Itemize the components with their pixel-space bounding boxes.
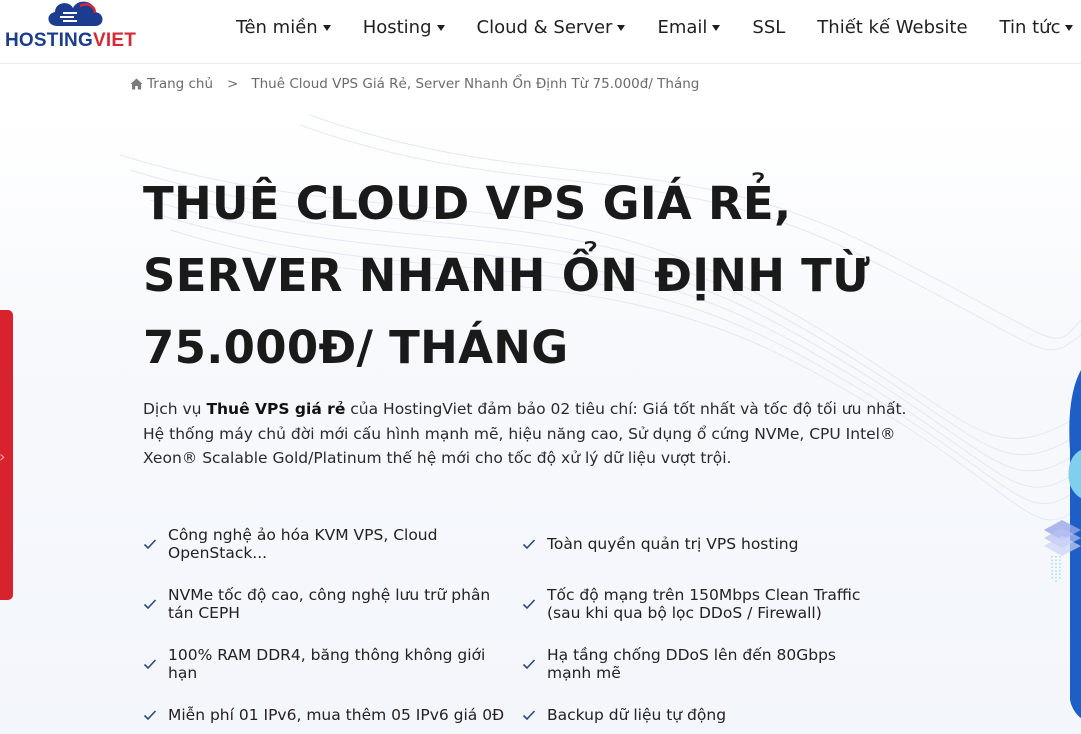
desc-highlight: Thuê VPS giá rẻ	[206, 400, 346, 418]
nav-item-cloud-server[interactable]: Cloud & Server	[477, 17, 626, 38]
breadcrumb-home-link[interactable]: Trang chủ	[147, 76, 213, 92]
caret-down-icon	[617, 25, 626, 31]
caret-down-icon	[436, 25, 445, 31]
nav-item-hosting[interactable]: Hosting	[363, 17, 445, 38]
caret-down-icon	[322, 25, 331, 31]
check-icon	[143, 710, 157, 721]
hostingviet-logo[interactable]: HOSTINGVIET	[5, 0, 145, 56]
side-feedback-tab[interactable]: ›	[0, 310, 13, 600]
check-icon	[143, 659, 157, 670]
desc-prefix: Dịch vụ	[143, 400, 207, 418]
check-icon	[522, 539, 536, 550]
main-nav: Tên miền Hosting Cloud & Server Email SS…	[236, 14, 1081, 40]
logo-wordmark: HOSTINGVIET	[5, 30, 136, 51]
feature-item: Toàn quyền quản trị VPS hosting	[522, 535, 798, 553]
feature-item: Hạ tầng chống DDoS lên đến 80Gbps mạnh mẽ	[522, 646, 836, 682]
caret-down-icon	[712, 25, 721, 31]
server-illustration	[1044, 370, 1081, 718]
nav-item-ssl[interactable]: SSL	[752, 17, 785, 38]
feature-item: Miễn phí 01 IPv6, mua thêm 05 IPv6 giá 0…	[143, 706, 504, 724]
nav-item-web-design[interactable]: Thiết kế Website	[817, 17, 967, 38]
nav-item-domain[interactable]: Tên miền	[236, 17, 331, 38]
site-header: HOSTINGVIET Tên miền Hosting Cloud & Ser…	[0, 0, 1081, 64]
feature-item: NVMe tốc độ cao, công nghệ lưu trữ phân t…	[143, 586, 490, 622]
chevron-right-icon: ›	[0, 447, 5, 466]
nav-item-email[interactable]: Email	[657, 17, 721, 38]
feature-item: Backup dữ liệu tự động	[522, 706, 726, 724]
check-icon	[143, 599, 157, 610]
nav-item-news[interactable]: Tin tức	[1000, 17, 1074, 38]
breadcrumb-current: Thuê Cloud VPS Giá Rẻ, Server Nhanh Ổn Đ…	[251, 76, 700, 92]
cloud-logo-icon	[48, 1, 103, 26]
hero-description: Dịch vụ Thuê VPS giá rẻ của HostingViet …	[143, 397, 913, 471]
feature-item: Công nghệ ảo hóa KVM VPS, Cloud OpenStack…	[143, 526, 437, 562]
check-icon	[522, 599, 536, 610]
page-title: THUÊ CLOUD VPS GIÁ RẺ, SERVER NHANH ỔN Đ…	[143, 168, 903, 384]
check-icon	[522, 710, 536, 721]
feature-item: Tốc độ mạng trên 150Mbps Clean Traffic (s…	[522, 586, 860, 622]
title-line: 75.000Đ/ THÁNG	[143, 321, 569, 374]
breadcrumb-separator: >	[227, 76, 239, 92]
check-icon	[522, 659, 536, 670]
home-icon	[130, 78, 143, 90]
feature-item: 100% RAM DDR4, băng thông không giới hạn	[143, 646, 485, 682]
check-icon	[143, 539, 157, 550]
breadcrumb: Trang chủ > Thuê Cloud VPS Giá Rẻ, Serve…	[130, 76, 699, 92]
title-line: SERVER NHANH ỔN ĐỊNH TỪ	[143, 249, 871, 302]
title-line: THUÊ CLOUD VPS GIÁ RẺ,	[143, 177, 792, 230]
caret-down-icon	[1065, 25, 1074, 31]
